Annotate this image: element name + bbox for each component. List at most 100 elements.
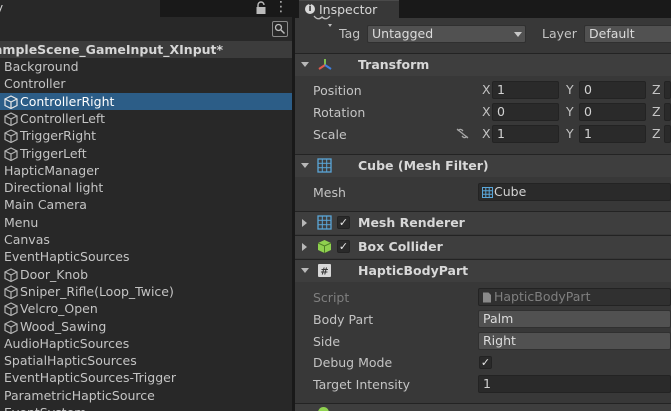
body-part-value: Palm	[483, 311, 514, 326]
side-dropdown[interactable]: Right	[478, 332, 671, 350]
scale-x-axis: X	[482, 126, 491, 141]
transform-title: Transform	[358, 57, 430, 72]
constrain-proportions-icon[interactable]	[455, 127, 470, 140]
search-icon[interactable]	[272, 21, 288, 37]
hierarchy-item-label: Main Camera	[4, 197, 87, 213]
box-collider-header[interactable]: ✓ Box Collider	[295, 235, 671, 258]
hierarchy-item[interactable]: TriggerLeft	[0, 145, 292, 162]
hierarchy-item[interactable]: HapticManager	[0, 162, 292, 179]
lock-icon[interactable]	[255, 1, 267, 15]
fold-down-icon	[301, 163, 309, 168]
hierarchy-item[interactable]: Door_Knob	[0, 266, 292, 283]
hierarchy-item[interactable]: Controller	[0, 75, 292, 92]
rotation-x-field[interactable]: 0	[492, 103, 559, 121]
component-icon	[318, 407, 329, 411]
hierarchy-tab-label: y	[0, 0, 3, 17]
gameobject-icon[interactable]	[312, 14, 332, 28]
transform-icon	[318, 59, 332, 70]
hierarchy-item[interactable]: Sniper_Rifle(Loop_Twice)	[0, 283, 292, 300]
rotation-y-axis: Y	[566, 104, 574, 119]
more-options-icon[interactable]: ⋮	[274, 0, 288, 16]
hierarchy-item[interactable]: ControllerLeft	[0, 110, 292, 127]
debug-mode-checkbox[interactable]: ✓	[479, 356, 492, 369]
mesh-renderer-header[interactable]: ✓ Mesh Renderer	[295, 211, 671, 234]
mesh-filter-icon	[317, 158, 332, 173]
mesh-filter-header[interactable]: Cube (Mesh Filter)	[295, 154, 671, 177]
target-intensity-field[interactable]: 1	[478, 375, 671, 393]
script-file-icon	[483, 292, 491, 303]
hierarchy-panel: y ⋮ ampleScene_GameInput_XInput* Backgro…	[0, 0, 292, 411]
hierarchy-item[interactable]: Velcro_Open	[0, 300, 292, 317]
gameobject-cube-icon	[4, 129, 18, 144]
hierarchy-item[interactable]: Canvas	[0, 231, 292, 248]
hierarchy-item-label: SpatialHapticSources	[4, 353, 137, 369]
scene-header[interactable]: ampleScene_GameInput_XInput*	[0, 41, 292, 58]
gameobject-cube-icon	[4, 267, 18, 282]
layer-value: Default	[589, 26, 635, 41]
hierarchy-item-label: ParametricHapticSource	[4, 387, 155, 403]
position-y-field[interactable]: 0	[579, 81, 646, 99]
position-y-axis: Y	[566, 82, 574, 97]
debug-mode-label: Debug Mode	[313, 355, 393, 370]
hierarchy-item[interactable]: Main Camera	[0, 196, 292, 213]
haptic-body-part-header[interactable]: # HapticBodyPart	[295, 259, 671, 282]
hierarchy-item-label: AudioHapticSources	[4, 335, 130, 351]
tag-label: Tag	[339, 26, 361, 41]
gameobject-cube-icon	[4, 285, 18, 299]
hierarchy-item-label: ControllerRight	[20, 93, 115, 109]
next-component-header[interactable]	[295, 403, 671, 411]
position-x-field[interactable]: 1	[492, 81, 559, 99]
rotation-z-field[interactable]	[664, 103, 671, 121]
tab-hierarchy[interactable]: y	[0, 0, 160, 17]
hierarchy-item-label: Controller	[4, 76, 66, 92]
hierarchy-item[interactable]: EventSystem	[0, 404, 292, 411]
hierarchy-item[interactable]: Background	[0, 58, 292, 75]
hierarchy-item-label: Sniper_Rifle(Loop_Twice)	[20, 283, 174, 299]
tag-value: Untagged	[372, 26, 434, 41]
position-x-axis: X	[482, 82, 491, 97]
hierarchy-item[interactable]: Directional light	[0, 179, 292, 196]
body-part-dropdown[interactable]: Palm	[478, 310, 671, 328]
scale-x-field[interactable]: 1	[492, 125, 559, 143]
hierarchy-item[interactable]: TriggerRight	[0, 127, 292, 144]
scale-z-field[interactable]	[664, 125, 671, 143]
hierarchy-item[interactable]: ControllerRight	[0, 92, 292, 110]
hierarchy-item[interactable]: ParametricHapticSource	[0, 387, 292, 404]
position-z-axis: Z	[652, 82, 661, 97]
transform-header[interactable]: Transform	[295, 53, 671, 76]
hierarchy-item[interactable]: Menu	[0, 214, 292, 231]
rotation-x-axis: X	[482, 104, 491, 119]
mesh-renderer-enabled-checkbox[interactable]: ✓	[337, 216, 350, 229]
inspector-tab-bar: i Inspector	[295, 0, 671, 19]
box-collider-icon	[317, 240, 332, 253]
rotation-z-axis: Z	[652, 104, 661, 119]
hierarchy-item[interactable]: EventHapticSources	[0, 248, 292, 265]
gameobject-cube-icon	[4, 112, 18, 126]
mesh-renderer-icon	[317, 215, 332, 230]
hierarchy-item-label: Canvas	[4, 232, 50, 247]
hierarchy-item-label: TriggerRight	[20, 128, 97, 144]
hierarchy-toolbar	[0, 17, 292, 41]
fold-down-icon	[301, 268, 309, 273]
box-collider-enabled-checkbox[interactable]: ✓	[337, 240, 350, 253]
scale-y-axis: Y	[566, 126, 574, 141]
hierarchy-item[interactable]: AudioHapticSources	[0, 335, 292, 352]
hierarchy-item[interactable]: EventHapticSources-Trigger	[0, 369, 292, 386]
hierarchy-item-label: Menu	[4, 214, 39, 230]
fold-right-icon	[302, 243, 307, 251]
fold-down-icon	[301, 62, 309, 67]
mesh-renderer-title: Mesh Renderer	[358, 215, 465, 230]
scale-y-field[interactable]: 1	[579, 125, 646, 143]
rotation-y-field[interactable]: 0	[579, 103, 646, 121]
layer-dropdown[interactable]: Default	[584, 25, 671, 43]
hierarchy-item-label: Door_Knob	[20, 266, 89, 282]
target-intensity-label: Target Intensity	[313, 377, 411, 392]
hierarchy-item[interactable]: SpatialHapticSources	[0, 352, 292, 369]
hierarchy-item[interactable]: Wood_Sawing	[0, 318, 292, 335]
position-z-field[interactable]	[664, 81, 671, 99]
hierarchy-item-label: TriggerLeft	[20, 145, 87, 161]
mesh-object-field[interactable]: Cube	[478, 183, 671, 201]
tag-dropdown[interactable]: Untagged	[367, 25, 526, 43]
gameobject-cube-icon	[4, 146, 18, 161]
script-label: Script	[313, 290, 350, 305]
